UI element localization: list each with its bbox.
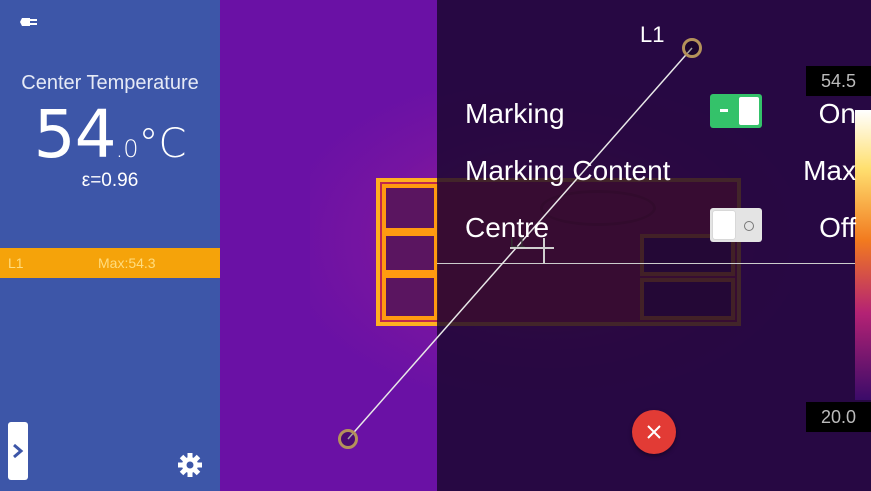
camera-app: Center Temperature 54.0°C ε=0.96 L1 Max:… [0,0,871,491]
measurement-max: Max:54.3 [98,255,156,271]
line-end-handle[interactable] [682,38,702,58]
close-button[interactable] [632,410,676,454]
marking-toggle[interactable] [710,94,762,128]
toggle-ring [744,221,754,231]
centre-value: Off [819,212,856,243]
toggle-knob [713,211,735,239]
line-start-handle[interactable] [338,429,358,449]
center-temperature-readout: 54.0°C [0,96,220,173]
toggle-knob [739,97,759,125]
marking-label: Marking [465,98,565,129]
temp-decimal: .0 [115,135,139,163]
left-sidebar: Center Temperature 54.0°C ε=0.96 L1 Max:… [0,0,220,491]
plug-icon [12,18,37,26]
centre-label: Centre [465,212,550,243]
toggle-dash [720,109,728,112]
close-icon [647,425,661,439]
expand-panel-button[interactable] [8,422,28,480]
gear-icon[interactable] [176,451,204,479]
temp-integer: 54 [33,96,117,173]
centre-toggle[interactable] [710,208,762,242]
emissivity-value: ε=0.96 [81,170,139,191]
chevron-right-icon [13,443,24,459]
marking-content-label: Marking Content [465,155,671,186]
scale-max: 54.5 [806,66,871,96]
color-scale-bar [855,110,871,400]
temp-unit: °C [138,121,187,167]
marking-value: On [818,98,856,129]
measurement-line-name: L1 [8,255,24,271]
thermal-image[interactable]: L1 L1 54.5 20.0 Marking On Marking Conte… [220,0,871,491]
measurement-bar[interactable]: L1 Max:54.3 [0,248,220,278]
marking-content-value[interactable]: Max [803,155,856,187]
line-label: L1 [640,22,665,47]
center-temperature-title: Center Temperature [21,72,199,94]
scale-min: 20.0 [806,402,871,432]
